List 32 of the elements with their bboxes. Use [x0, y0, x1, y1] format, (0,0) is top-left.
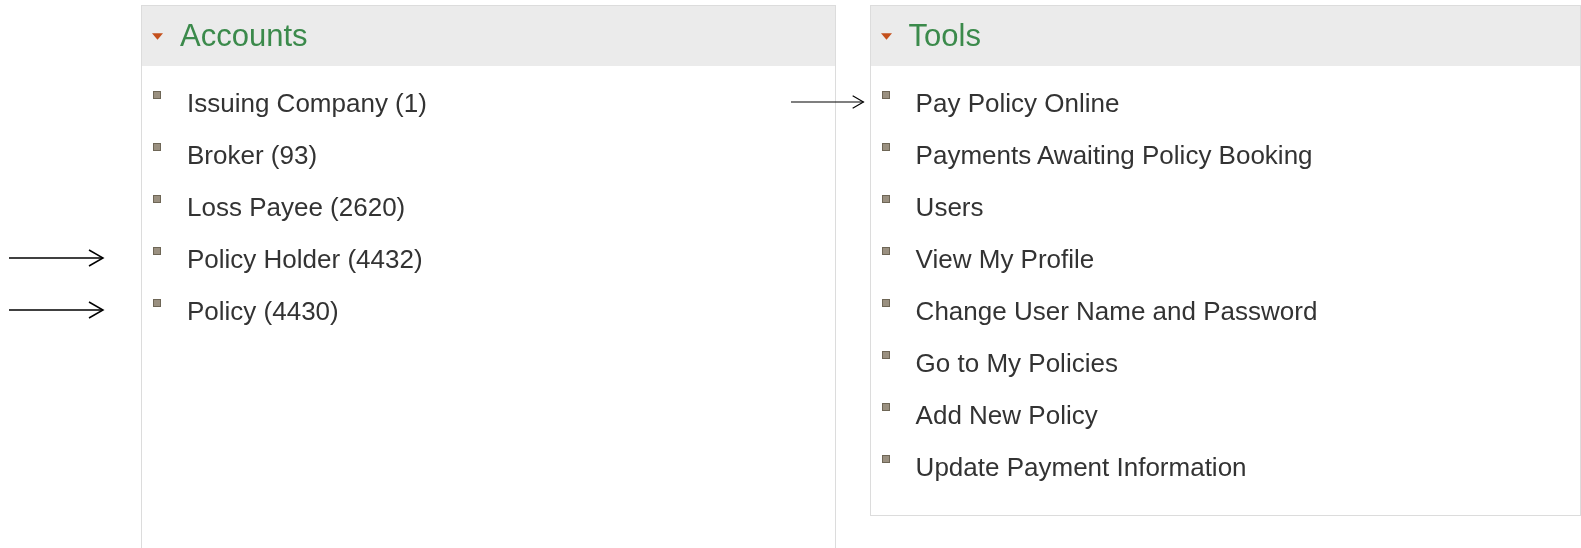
panel-header[interactable]: Tools	[870, 6, 1580, 66]
bullet-icon	[153, 195, 161, 203]
bullet-icon	[881, 299, 890, 307]
menu-link[interactable]: Policy Holder (4432)	[187, 244, 423, 274]
menu-link[interactable]: Issuing Company (1)	[187, 88, 427, 118]
bullet-icon	[881, 247, 890, 255]
bullet-icon	[881, 455, 890, 463]
caret-icon[interactable]	[880, 32, 892, 40]
caret-icon[interactable]	[152, 32, 163, 40]
bullet-icon	[153, 299, 161, 307]
bullet-icon	[881, 403, 890, 411]
bullet-icon	[153, 91, 161, 99]
bullet-icon	[881, 143, 890, 151]
menu-link[interactable]: Payments Awaiting Policy Booking	[915, 140, 1313, 170]
bullet-icon	[881, 91, 890, 99]
menu-link[interactable]: Change User Name and Password	[915, 296, 1318, 326]
menu-link[interactable]: Update Payment Information	[915, 452, 1247, 482]
menu-link[interactable]: Users	[915, 192, 984, 222]
menu-link[interactable]: Pay Policy Online	[915, 88, 1120, 118]
menu-link[interactable]: View My Profile	[915, 244, 1095, 274]
panel-title: Tools	[908, 18, 981, 54]
bullet-icon	[881, 195, 890, 203]
menu-link[interactable]: Policy (4430)	[187, 296, 339, 326]
menu-link[interactable]: Go to My Policies	[915, 348, 1118, 378]
panel-header[interactable]: Accounts	[142, 6, 835, 66]
bullet-icon	[153, 143, 161, 151]
menu-link[interactable]: Add New Policy	[915, 400, 1098, 430]
panel-title: Accounts	[180, 18, 308, 54]
menu-link[interactable]: Broker (93)	[187, 140, 318, 170]
menu-link[interactable]: Loss Payee (2620)	[187, 192, 406, 222]
bullet-icon	[153, 247, 161, 255]
bullet-icon	[881, 351, 890, 359]
